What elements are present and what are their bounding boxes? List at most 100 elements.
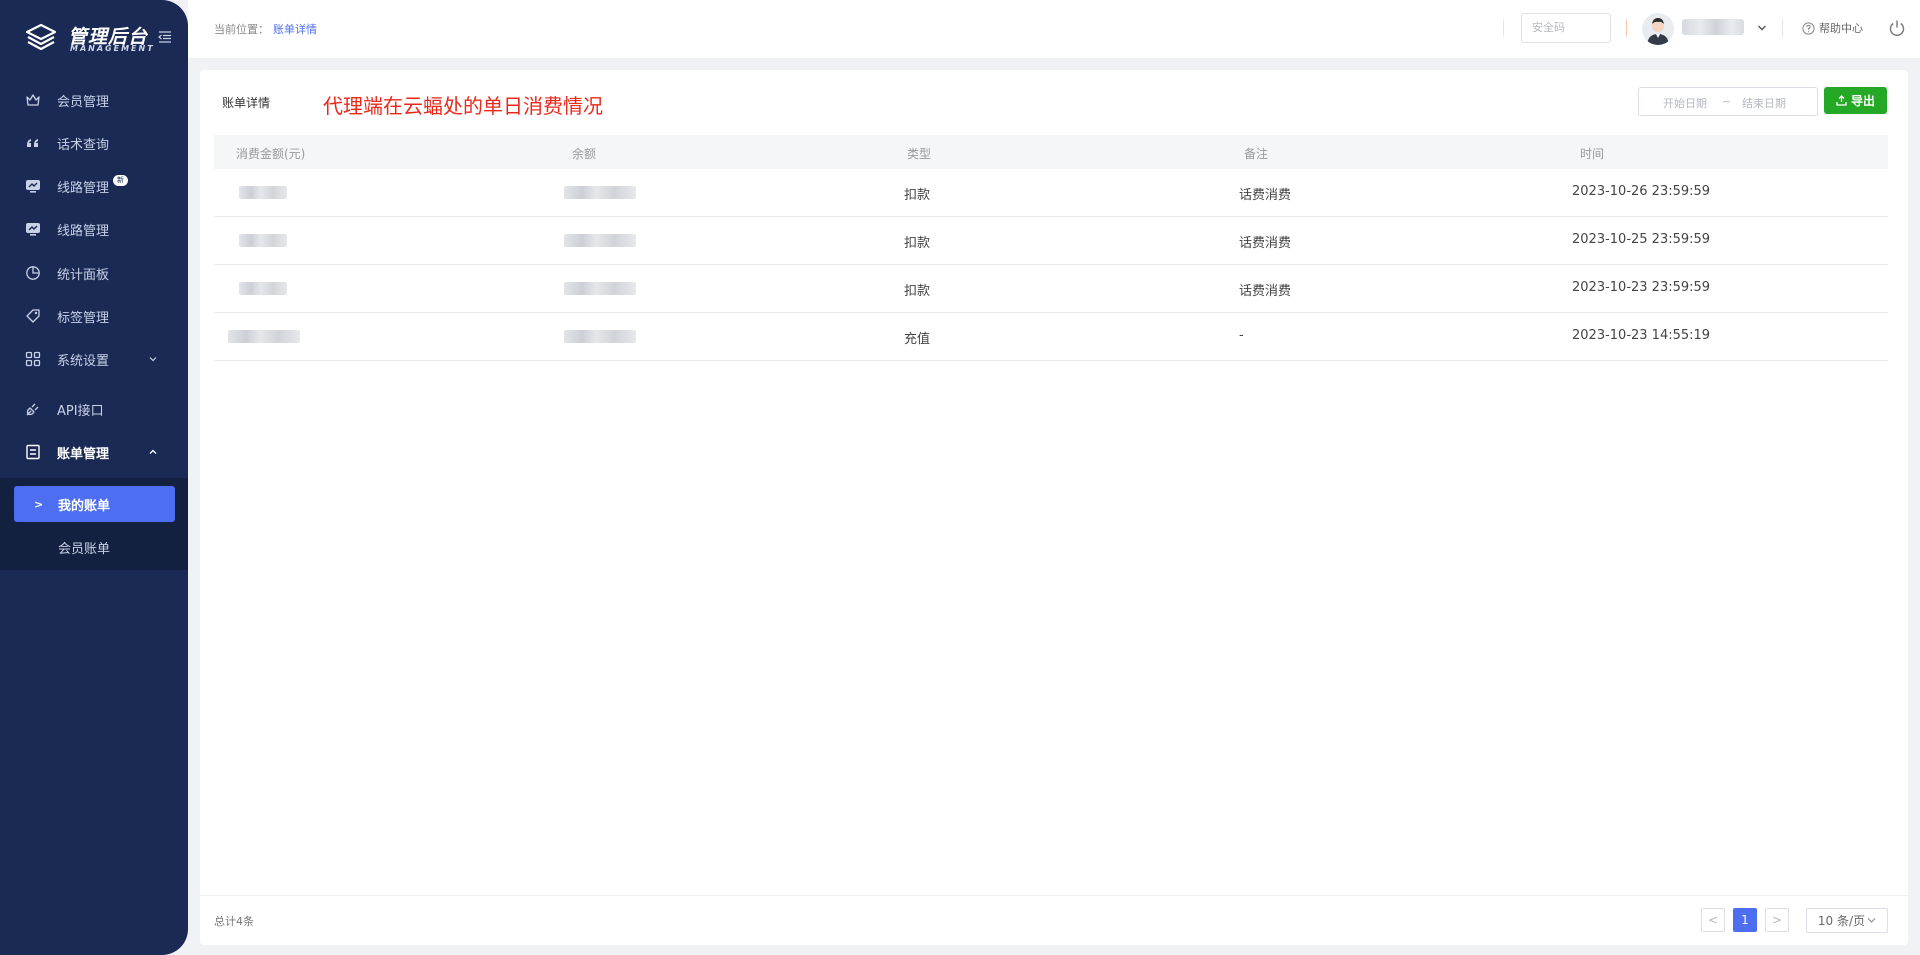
route-icon [25,221,41,237]
sidebar-item-member[interactable]: 会员管理 [0,80,188,120]
cell-time: 2023-10-23 14:55:19 [1572,328,1711,343]
annotation-text: 代理端在云蝠处的单日消费情况 [323,94,603,118]
sidebar-item-label: 系统设置 [57,353,110,369]
crown-icon [25,92,41,108]
breadcrumb: 当前位置： 账单详情 [214,21,317,37]
sidebar-item-statistics[interactable]: 统计面板 [0,253,188,293]
breadcrumb-prefix: 当前位置： [214,23,269,36]
sidebar-item-label: 会员管理 [57,94,110,110]
next-page-button[interactable]: > [1765,908,1789,932]
divider [200,895,1908,896]
divider [1626,19,1627,37]
grid-icon [25,351,41,367]
table-row: 扣款 话费消费 2023-10-23 23:59:59 [214,265,1888,313]
sidebar: 管理后台 MANAGEMENT 会员管理 话术查询 线路管理 新 线路管理 统计… [0,0,188,955]
table-row: 充值 - 2023-10-23 14:55:19 [214,313,1888,361]
page-number-button[interactable]: 1 [1733,908,1757,932]
submenu-item-my-bills[interactable]: > 我的账单 [14,486,175,522]
cell-note: 话费消费 [1239,236,1292,251]
help-center-label: 帮助中心 [1819,22,1863,35]
chevron-down-icon[interactable] [1757,24,1767,32]
export-label: 导出 [1850,94,1875,108]
submenu-item-label: 我的账单 [58,498,111,514]
card-title: 账单详情 [222,96,271,110]
date-range-picker[interactable]: 开始日期 ~ 结束日期 [1638,87,1818,116]
page-size-label: 10 条/页 [1817,914,1866,928]
sidebar-item-label: 标签管理 [57,310,110,326]
redacted-amount [228,330,300,343]
billing-submenu: > 我的账单 会员账单 [0,478,188,570]
pie-chart-icon [25,265,41,281]
export-button[interactable]: 导出 [1824,87,1887,114]
cell-time: 2023-10-23 23:59:59 [1572,280,1711,295]
chevron-down-icon [1867,918,1876,923]
table-row: 扣款 话费消费 2023-10-25 23:59:59 [214,217,1888,265]
tag-icon [25,308,41,324]
cell-time: 2023-10-25 23:59:59 [1572,232,1711,247]
sidebar-item-label: 话术查询 [57,137,110,153]
layers-logo-icon [25,23,57,51]
bill-detail-card: 账单详情 代理端在云蝠处的单日消费情况 开始日期 ~ 结束日期 导出 消费金额(… [200,70,1908,945]
submenu-item-label: 会员账单 [58,541,111,557]
cell-note: - [1239,328,1244,343]
redacted-amount [239,186,287,199]
help-circle-icon [1802,21,1815,35]
username-redacted [1682,19,1744,35]
top-header: 当前位置： 账单详情 安全码 帮助中心 [188,0,1920,58]
redacted-balance [564,282,636,295]
plug-icon [25,401,41,417]
cell-type: 扣款 [904,284,931,299]
brand-subtitle: MANAGEMENT [70,44,155,53]
submenu-item-member-bills[interactable]: 会员账单 [14,529,175,565]
sidebar-item-label: 线路管理 [57,180,110,196]
column-header-type: 类型 [907,147,932,161]
menu-collapse-icon[interactable] [158,30,172,44]
sidebar-item-tags[interactable]: 标签管理 [0,296,188,336]
column-header-amount: 消费金额(元) [236,147,306,161]
divider [1782,19,1783,37]
breadcrumb-current[interactable]: 账单详情 [273,23,317,36]
column-header-time: 时间 [1580,147,1605,161]
quote-icon [25,135,41,151]
redacted-amount [239,234,287,247]
sidebar-item-billing[interactable]: 账单管理 [0,432,188,472]
column-header-note: 备注 [1244,147,1269,161]
chevron-down-icon [149,357,157,362]
chevron-up-icon [149,449,157,454]
sidebar-item-settings[interactable]: 系统设置 [0,339,188,379]
new-badge: 新 [113,175,128,186]
cell-type: 扣款 [904,188,931,203]
sidebar-item-route-new[interactable]: 线路管理 新 [0,166,188,206]
total-count: 总计4条 [214,915,254,928]
sidebar-item-label: 统计面板 [57,267,110,283]
start-date-placeholder: 开始日期 [1663,97,1707,110]
date-separator: ~ [1722,95,1732,108]
cell-type: 充值 [904,332,931,347]
route-icon [25,178,41,194]
security-code-input[interactable]: 安全码 [1521,13,1611,43]
cell-type: 扣款 [904,236,931,251]
arrow-right-icon: > [34,497,44,511]
avatar[interactable] [1642,13,1674,45]
table-header: 消费金额(元) 余额 类型 备注 时间 [214,135,1888,169]
sidebar-item-label: API接口 [57,403,104,419]
prev-page-button[interactable]: < [1701,908,1725,932]
cell-time: 2023-10-26 23:59:59 [1572,184,1711,199]
column-header-balance: 余额 [572,147,597,161]
redacted-balance [564,186,636,199]
help-center-link[interactable]: 帮助中心 [1802,20,1863,36]
upload-icon [1836,95,1847,106]
sidebar-item-label: 线路管理 [57,223,110,239]
redacted-amount [239,282,287,295]
end-date-placeholder: 结束日期 [1742,97,1786,110]
redacted-balance [564,234,636,247]
sidebar-item-api[interactable]: API接口 [0,389,188,429]
sidebar-item-route[interactable]: 线路管理 [0,209,188,249]
page-size-select[interactable]: 10 条/页 [1806,908,1888,933]
sidebar-item-label: 账单管理 [57,446,110,462]
cell-note: 话费消费 [1239,188,1292,203]
redacted-balance [564,330,636,343]
table-row: 扣款 话费消费 2023-10-26 23:59:59 [214,169,1888,217]
sidebar-item-script-query[interactable]: 话术查询 [0,123,188,163]
power-icon[interactable] [1888,19,1906,37]
